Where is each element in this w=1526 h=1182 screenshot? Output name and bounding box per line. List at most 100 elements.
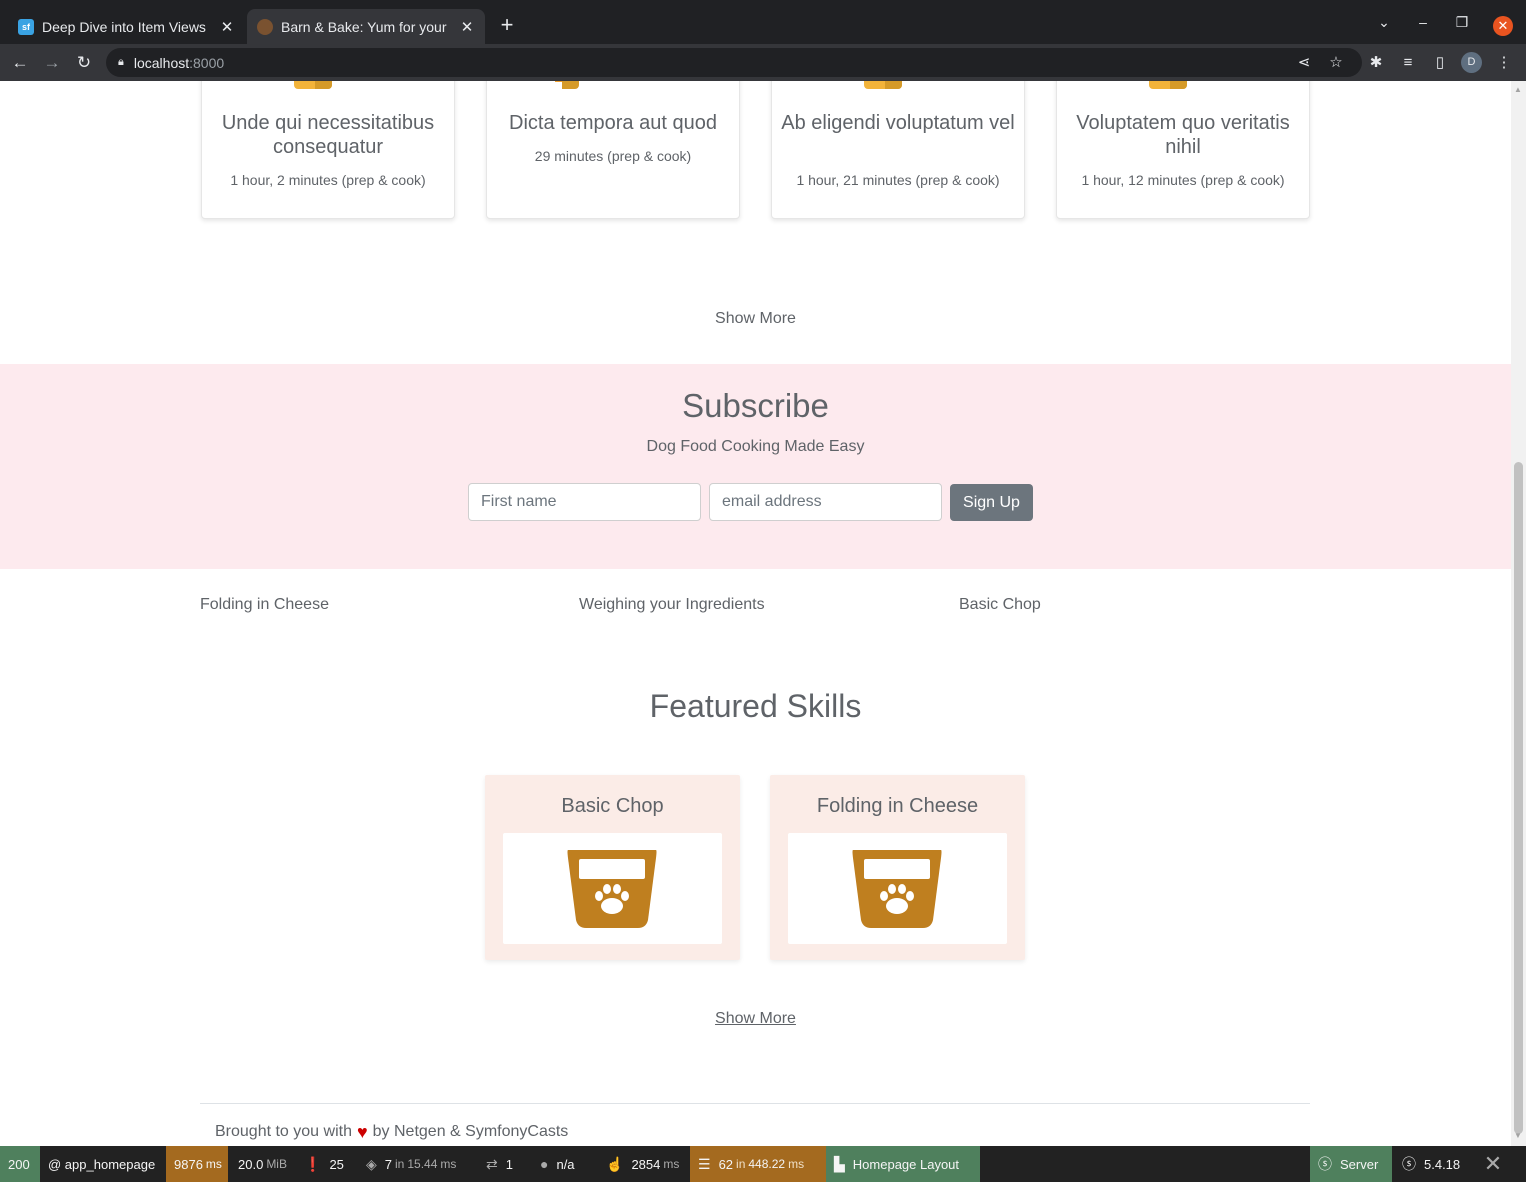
featured-skill-card[interactable]: Folding in Cheese — [770, 775, 1025, 960]
reload-icon[interactable]: ↻ — [73, 52, 95, 74]
db-in-label: in — [736, 1157, 746, 1171]
featured-skills-title: Featured Skills — [649, 688, 862, 724]
recipe-title: Voluptatem quo veritatis nihil — [1076, 112, 1290, 158]
recipe-card[interactable]: Ab eligendi voluptatum vel 1 hour, 21 mi… — [771, 81, 1025, 219]
close-toolbar-icon[interactable]: ✕ — [1476, 1146, 1510, 1182]
recipe-card[interactable]: Voluptatem quo veritatis nihil 1 hour, 1… — [1056, 81, 1310, 219]
status-code-badge[interactable]: 200 — [0, 1146, 40, 1182]
db-query-count: 62 — [718, 1156, 734, 1172]
ajax-time-unit: ms — [663, 1157, 680, 1171]
logs-count: 25 — [329, 1156, 344, 1172]
cache-in-label: in — [395, 1157, 405, 1171]
cache-time-unit: ms — [440, 1157, 457, 1171]
database-panel[interactable]: ☰ 62 in 448.22 ms — [690, 1146, 826, 1182]
symfony-version: 5.4.18 — [1424, 1156, 1461, 1172]
db-time-unit: ms — [788, 1157, 805, 1171]
symfonycasts-favicon-icon: sf — [18, 18, 34, 35]
sign-up-button[interactable]: Sign Up — [950, 484, 1033, 521]
scrollbar-thumb[interactable] — [1514, 462, 1523, 1134]
minimize-window-icon[interactable]: – — [1413, 14, 1433, 30]
scroll-up-arrow-icon[interactable]: ▲ — [1514, 85, 1522, 94]
recipe-image — [1149, 81, 1187, 89]
cache-calls: 7 — [384, 1156, 393, 1172]
page-scrollbar[interactable]: ▲ ▼ — [1511, 81, 1526, 1146]
symfony-version-panel[interactable]: ⓢ 5.4.18 — [1394, 1146, 1468, 1182]
ajax-time: 2854 — [631, 1156, 661, 1172]
request-time-panel[interactable]: 9876 ms — [166, 1146, 228, 1182]
recipes-show-more-link[interactable]: Show More — [0, 310, 1511, 328]
logs-panel[interactable]: ❗ 25 — [296, 1146, 352, 1182]
heart-icon: ♥ — [356, 1122, 368, 1142]
address-url: localhost:8000 — [133, 54, 225, 71]
recipe-card[interactable]: Unde qui necessitatibus consequatur 1 ho… — [201, 81, 455, 219]
profile-avatar[interactable]: D — [1461, 52, 1482, 73]
barn-and-bake-favicon-icon — [257, 18, 273, 35]
security-user: n/a — [556, 1156, 575, 1172]
skill-link-folding-in-cheese[interactable]: Folding in Cheese — [200, 596, 329, 614]
recipe-time: 29 minutes (prep & cook) — [534, 148, 692, 164]
translation-count: 1 — [505, 1156, 513, 1172]
skill-link-weighing-ingredients[interactable]: Weighing your Ingredients — [579, 596, 765, 614]
layout-bracket-icon: ▙ — [834, 1155, 845, 1172]
symfony-debug-toolbar: 200 @ app_homepage 9876 ms 20.0 MiB ❗ 25 ◈ 7… — [0, 1146, 1526, 1182]
first-name-input[interactable] — [468, 483, 701, 521]
back-arrow-icon[interactable]: ← — [9, 52, 31, 74]
recipe-time: 1 hour, 2 minutes (prep & cook) — [230, 172, 426, 188]
route-panel[interactable]: @ app_homepage — [40, 1146, 163, 1182]
symfony-logo-icon: ⓢ — [1318, 1156, 1332, 1172]
translation-panel[interactable]: ⇄ 1 — [478, 1146, 521, 1182]
recipe-title: Dicta tempora aut quod — [509, 112, 717, 134]
featured-skill-card[interactable]: Basic Chop — [485, 775, 740, 960]
skill-card-title: Basic Chop — [561, 795, 664, 817]
address-bar[interactable]: 🔒︎ localhost:8000 — [106, 48, 1362, 77]
share-icon[interactable]: ⋖ — [1293, 52, 1315, 74]
skill-card-image — [788, 833, 1007, 944]
page-viewport: Unde qui necessitatibus consequatur 1 ho… — [0, 81, 1511, 1146]
server-panel[interactable]: ⓢ Server — [1310, 1146, 1392, 1182]
subscribe-subtitle: Dog Food Cooking Made Easy — [646, 438, 865, 455]
logs-exclamation-icon: ❗ — [304, 1155, 322, 1172]
browser-toolbar: ← → ↻ 🔒︎ localhost:8000 ⋖ ☆ ✱ ≡ ▯ D ⋮ — [0, 44, 1526, 81]
footer-text-before: Brought to you with — [215, 1123, 352, 1140]
close-tab-icon[interactable]: ✕ — [459, 18, 475, 36]
database-icon: ☰ — [698, 1155, 711, 1172]
browser-tab-barn-bake[interactable]: Barn & Bake: Yum for your ✕ — [247, 9, 485, 44]
dog-bowl-icon — [852, 850, 942, 928]
footer-divider — [200, 1103, 1310, 1104]
forward-arrow-icon[interactable]: → — [41, 52, 63, 74]
skill-card-image — [503, 833, 722, 944]
recipe-card[interactable]: Dicta tempora aut quod 29 minutes (prep … — [486, 81, 740, 219]
memory-value: 20.0 — [238, 1156, 264, 1172]
memory-unit: MiB — [266, 1157, 287, 1171]
media-queue-icon[interactable]: ≡ — [1397, 52, 1419, 74]
close-window-icon[interactable]: ✕ — [1493, 16, 1513, 36]
scroll-down-arrow-icon[interactable]: ▼ — [1514, 1131, 1522, 1140]
side-panel-icon[interactable]: ▯ — [1429, 52, 1451, 74]
skill-card-title: Folding in Cheese — [816, 795, 979, 817]
memory-panel[interactable]: 20.0 MiB — [230, 1146, 295, 1182]
request-time-unit: ms — [205, 1157, 222, 1171]
recipe-title: Ab eligendi voluptatum vel — [781, 112, 1015, 134]
extensions-puzzle-icon[interactable]: ✱ — [1365, 52, 1387, 74]
security-user-panel[interactable]: ● n/a — [532, 1146, 583, 1182]
browser-tab-deep-dive[interactable]: sf Deep Dive into Item Views ✕ — [8, 9, 245, 44]
skills-show-more-link[interactable]: Show More — [0, 1010, 1511, 1028]
tab-search-chevron-icon[interactable]: ⌄ — [1374, 14, 1394, 31]
bookmark-star-icon[interactable]: ☆ — [1325, 52, 1347, 74]
skill-link-basic-chop[interactable]: Basic Chop — [959, 596, 1041, 614]
tab-title: Deep Dive into Item Views — [42, 18, 206, 35]
new-tab-plus-icon[interactable]: + — [496, 14, 518, 36]
ajax-panel[interactable]: ☝ 2854 ms — [598, 1146, 687, 1182]
recipe-image — [864, 81, 902, 89]
server-label: Server — [1340, 1156, 1379, 1172]
recipe-image — [555, 81, 579, 89]
layout-panel[interactable]: ▙ Homepage Layout — [826, 1146, 980, 1182]
browser-menu-icon[interactable]: ⋮ — [1493, 52, 1515, 74]
close-tab-icon[interactable]: ✕ — [219, 18, 235, 36]
cache-panel[interactable]: ◈ 7 in 15.44 ms — [358, 1146, 464, 1182]
translation-icon: ⇄ — [486, 1155, 498, 1172]
route-name: @ app_homepage — [48, 1156, 156, 1172]
recipe-title: Unde qui necessitatibus consequatur — [221, 112, 435, 158]
restore-window-icon[interactable]: ❐ — [1452, 14, 1472, 31]
email-input[interactable] — [709, 483, 942, 521]
